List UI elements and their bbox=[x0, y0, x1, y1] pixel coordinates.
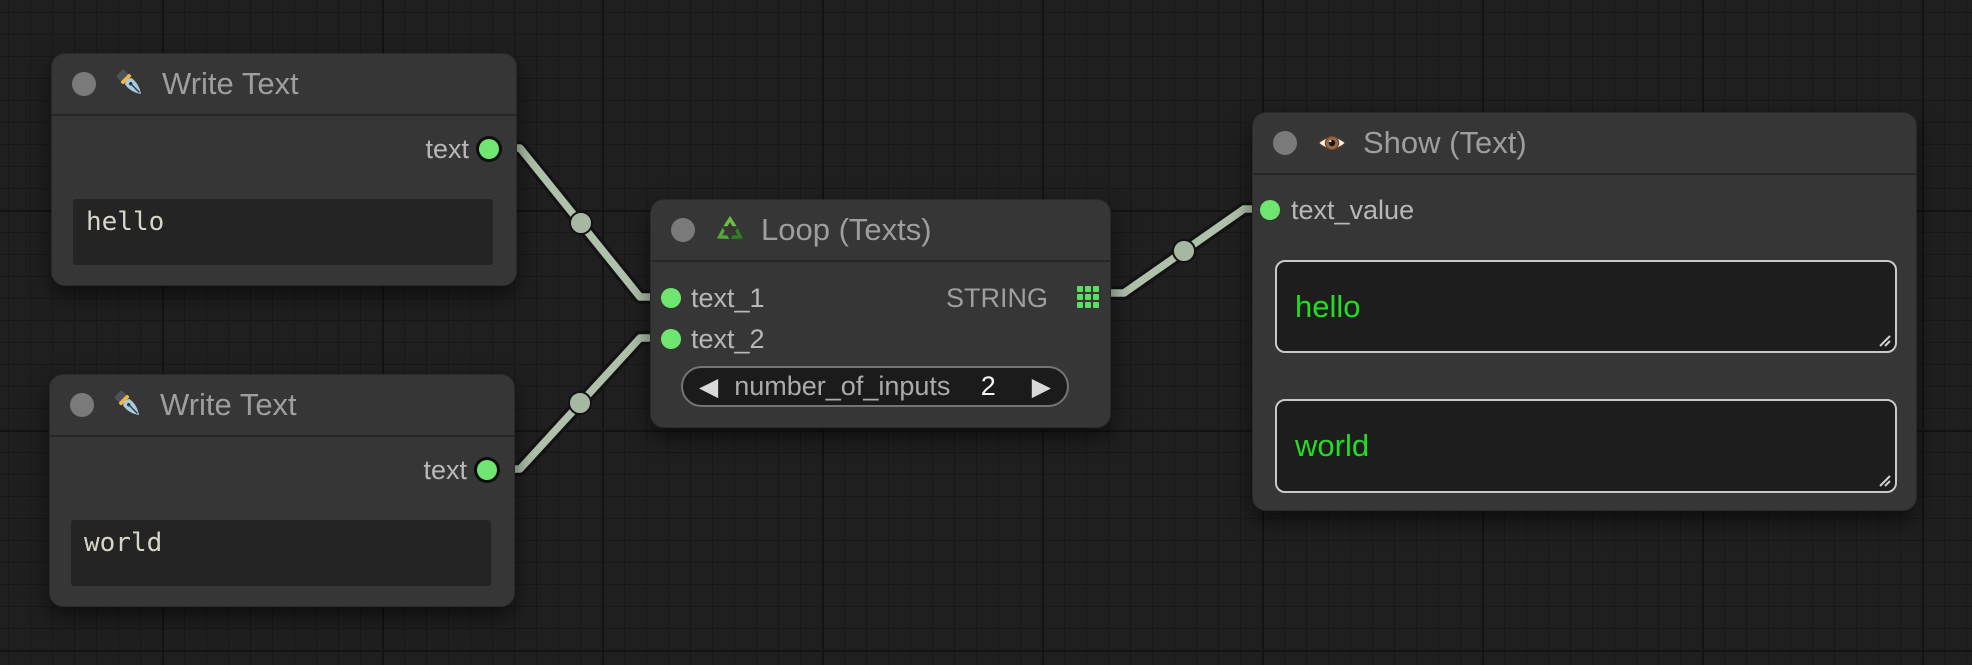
node-status-dot[interactable] bbox=[1273, 131, 1297, 155]
node-header[interactable]: Loop (Texts) bbox=[651, 200, 1110, 262]
node-header[interactable]: Show (Text) bbox=[1253, 113, 1916, 175]
pen-icon bbox=[114, 67, 148, 101]
node-title: Loop (Texts) bbox=[761, 212, 932, 248]
input-port-text2[interactable] bbox=[661, 329, 681, 349]
output-value-text: world bbox=[1295, 428, 1369, 464]
recycle-icon bbox=[713, 213, 747, 247]
eye-icon bbox=[1315, 126, 1349, 160]
output-type-label: STRING bbox=[946, 283, 1048, 314]
wire-write1-text-to-loop-text1[interactable] bbox=[490, 148, 672, 297]
node-write-text-1[interactable]: Write Text text hello bbox=[51, 53, 517, 286]
node-status-dot[interactable] bbox=[70, 393, 94, 417]
input-slot-label: text_value bbox=[1291, 195, 1414, 226]
input-port-text1[interactable] bbox=[661, 288, 681, 308]
text-input[interactable]: hello bbox=[73, 199, 493, 265]
stepper-increment-arrow-icon[interactable]: ▶ bbox=[1032, 374, 1051, 399]
node-loop-texts[interactable]: Loop (Texts) text_1 text_2 STRING ◀ numb… bbox=[650, 199, 1111, 428]
stepper-value: 2 bbox=[981, 371, 996, 402]
output-display-box-1[interactable]: hello bbox=[1275, 260, 1897, 353]
output-value-text: hello bbox=[1295, 289, 1361, 325]
input-port-text-value[interactable] bbox=[1260, 200, 1280, 220]
text-input[interactable]: world bbox=[71, 520, 491, 586]
pen-icon bbox=[112, 388, 146, 422]
node-title: Show (Text) bbox=[1363, 125, 1527, 161]
wire-loop-string-to-show-textvalue[interactable] bbox=[1095, 209, 1270, 293]
node-status-dot[interactable] bbox=[671, 218, 695, 242]
number-of-inputs-stepper[interactable]: ◀ number_of_inputs 2 ▶ bbox=[681, 366, 1069, 407]
input-slot-label: text_1 bbox=[691, 283, 765, 314]
wire-midpoint-dot bbox=[570, 212, 592, 234]
output-slot-label: text bbox=[425, 134, 469, 165]
output-port-text[interactable] bbox=[477, 460, 497, 480]
list-output-port-grid-icon[interactable] bbox=[1076, 285, 1100, 309]
node-show-text[interactable]: Show (Text) text_value hello world bbox=[1252, 112, 1917, 511]
wire-write2-text-to-loop-text2[interactable] bbox=[490, 338, 672, 469]
wire-midpoint-dot bbox=[569, 392, 591, 414]
stepper-label: number_of_inputs bbox=[734, 371, 981, 402]
node-header[interactable]: Write Text bbox=[50, 375, 514, 437]
node-write-text-2[interactable]: Write Text text world bbox=[49, 374, 515, 607]
wire-midpoint-dot bbox=[1173, 240, 1195, 262]
node-title: Write Text bbox=[162, 66, 299, 102]
resize-handle-icon[interactable] bbox=[1874, 470, 1892, 488]
node-status-dot[interactable] bbox=[72, 72, 96, 96]
stepper-decrement-arrow-icon[interactable]: ◀ bbox=[699, 374, 718, 399]
node-title: Write Text bbox=[160, 387, 297, 423]
output-slot-label: text bbox=[423, 455, 467, 486]
input-slot-label: text_2 bbox=[691, 324, 765, 355]
node-graph-canvas[interactable]: Write Text text hello Write Text text wo… bbox=[0, 0, 1972, 665]
resize-handle-icon[interactable] bbox=[1874, 330, 1892, 348]
node-header[interactable]: Write Text bbox=[52, 54, 516, 116]
output-display-box-2[interactable]: world bbox=[1275, 399, 1897, 493]
output-port-text[interactable] bbox=[479, 139, 499, 159]
